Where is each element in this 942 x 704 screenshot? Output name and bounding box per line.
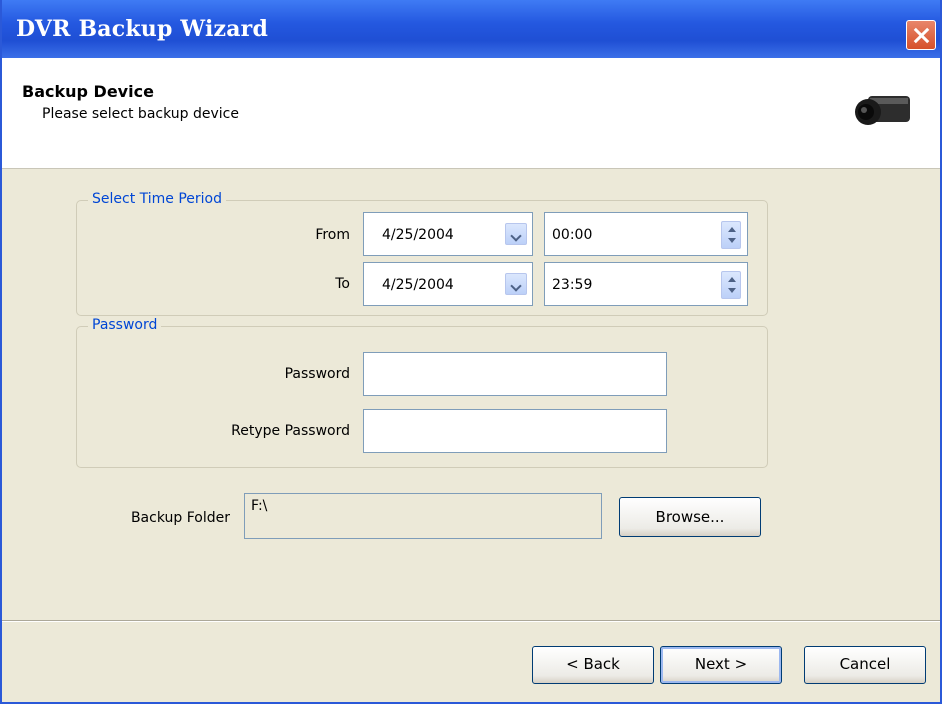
back-button[interactable]: < Back xyxy=(532,646,654,684)
backup-folder-value: F:\ xyxy=(251,498,268,514)
to-time-spinner[interactable]: 23:59 xyxy=(544,262,748,306)
next-button[interactable]: Next > xyxy=(660,646,782,684)
to-time-value: 23:59 xyxy=(552,277,593,293)
wizard-header: Backup Device Please select backup devic… xyxy=(2,58,940,169)
backup-folder-label: Backup Folder xyxy=(130,510,230,526)
window-title: DVR Backup Wizard xyxy=(16,16,269,42)
from-date-dropdown-button[interactable] xyxy=(505,223,527,245)
cancel-button[interactable]: Cancel xyxy=(804,646,926,684)
spin-up-icon[interactable] xyxy=(728,277,736,282)
browse-button[interactable]: Browse... xyxy=(619,497,761,537)
from-label: From xyxy=(315,227,350,243)
to-time-spin-buttons[interactable] xyxy=(721,271,741,299)
camera-icon xyxy=(855,96,910,125)
from-date-value: 4/25/2004 xyxy=(382,227,454,243)
dvr-backup-wizard-window: DVR Backup Wizard Backup Device Please s… xyxy=(0,0,942,704)
backup-folder-field: F:\ xyxy=(244,493,602,539)
to-date-combo[interactable]: 4/25/2004 xyxy=(363,262,533,306)
page-title: Backup Device xyxy=(22,82,154,101)
retype-password-label: Retype Password xyxy=(231,423,350,439)
password-label: Password xyxy=(284,366,350,382)
from-time-spinner[interactable]: 00:00 xyxy=(544,212,748,256)
close-button[interactable] xyxy=(906,20,936,50)
to-date-dropdown-button[interactable] xyxy=(505,273,527,295)
from-date-combo[interactable]: 4/25/2004 xyxy=(363,212,533,256)
password-field[interactable] xyxy=(363,352,667,396)
to-date-value: 4/25/2004 xyxy=(382,277,454,293)
spin-up-icon[interactable] xyxy=(728,227,736,232)
page-subtitle: Please select backup device xyxy=(42,106,239,122)
password-legend: Password xyxy=(88,317,162,333)
spin-down-icon[interactable] xyxy=(728,238,736,243)
footer-separator xyxy=(2,620,940,622)
title-bar[interactable]: DVR Backup Wizard xyxy=(2,0,940,58)
retype-password-field[interactable] xyxy=(363,409,667,453)
to-label: To xyxy=(335,276,350,292)
from-time-spin-buttons[interactable] xyxy=(721,221,741,249)
spin-down-icon[interactable] xyxy=(728,288,736,293)
time-period-legend: Select Time Period xyxy=(88,191,227,207)
from-time-value: 00:00 xyxy=(552,227,593,243)
